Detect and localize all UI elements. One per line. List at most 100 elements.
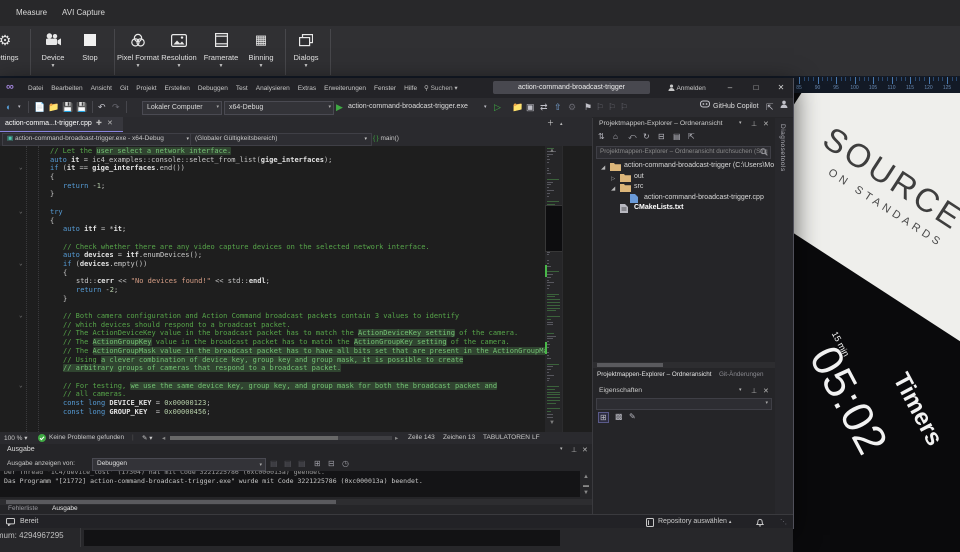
monitor-icon[interactable]: ▣ — [526, 100, 535, 115]
word-wrap-icon[interactable]: ⊞ — [314, 459, 321, 468]
code-line[interactable]: ⌄// For testing, we use the same device … — [0, 382, 545, 391]
window-title-search-box[interactable]: action-command-broadcast-trigger — [493, 81, 650, 94]
zoom-level-dropdown[interactable]: 100 % ▾ — [4, 434, 28, 442]
cursor-column-indicator[interactable]: Zeichen 13 — [443, 434, 475, 441]
scroll-down-icon[interactable]: ▼ — [583, 490, 589, 496]
close-button[interactable]: ✕ — [769, 78, 793, 98]
selected-property-row[interactable] — [84, 530, 560, 546]
refresh-icon[interactable]: ↻ — [643, 132, 650, 141]
open-folder-icon[interactable]: 📁 — [48, 100, 59, 115]
properties-object-dropdown[interactable]: ▾ — [596, 398, 772, 410]
property-pages-icon[interactable]: ✎ — [629, 412, 636, 421]
code-editor[interactable]: // Let the user select a network interfa… — [0, 146, 592, 432]
output-source-dropdown[interactable]: Debuggen▾ — [92, 458, 266, 471]
tab-fehlerliste[interactable]: Fehlerliste — [8, 505, 38, 512]
account-icon[interactable] — [780, 100, 788, 108]
code-line[interactable]: } — [0, 295, 545, 304]
code-line[interactable]: // Let the user select a network interfa… — [0, 147, 545, 156]
clear-output-icon[interactable]: ⊟ — [328, 459, 335, 468]
find-prev-icon[interactable]: ▤ — [298, 459, 306, 468]
swap-icon[interactable]: ⇄ — [540, 100, 548, 115]
code-line[interactable]: const long GROUP_KEY = 0x00000456; — [0, 408, 545, 417]
close-icon[interactable]: ✕ — [763, 120, 769, 128]
chevron-down-icon[interactable]: ▾ — [560, 446, 563, 452]
code-line[interactable] — [0, 303, 545, 312]
code-line[interactable]: ⌄if (it == gige_interfaces.end()) — [0, 164, 545, 173]
maximize-button[interactable]: □ — [744, 78, 768, 98]
share-icon[interactable]: ⇱ — [766, 100, 774, 115]
tab-diagnosetools[interactable]: Diagnosetools — [779, 124, 786, 172]
scrollbar-thumb[interactable]: ▬ — [583, 483, 589, 489]
menu-item[interactable]: Erweiterungen — [320, 85, 370, 92]
code-line[interactable]: std::cerr << "No devices found!" << std:… — [0, 277, 545, 286]
bookmark-next-icon[interactable]: ⚐ — [608, 100, 616, 115]
solution-explorer-search-input[interactable]: Projektmappen-Explorer – Ordneransicht d… — [596, 146, 771, 159]
menu-item[interactable]: Ansicht — [87, 85, 116, 92]
preview-selected-icon[interactable]: ⇱ — [688, 132, 695, 141]
menu-item[interactable]: Fenster — [370, 85, 400, 92]
properties-icon[interactable]: ▤ — [673, 132, 681, 141]
bookmark-clear-icon[interactable]: ⚐ — [620, 100, 628, 115]
fold-collapse-icon[interactable]: ⌄ — [19, 164, 23, 173]
close-icon[interactable]: ✕ — [763, 387, 769, 395]
menu-item[interactable]: Projekt — [132, 85, 160, 92]
settings-button[interactable]: ⚙ Settings — [0, 30, 26, 62]
code-line[interactable]: return -1; — [0, 182, 545, 191]
menu-item[interactable]: Git — [116, 85, 132, 92]
bell-icon[interactable] — [756, 518, 764, 527]
switch-views-icon[interactable]: ⇅ — [598, 132, 605, 141]
close-tab-icon[interactable]: ✕ — [107, 117, 113, 131]
tab-avi-capture[interactable]: AVI Capture — [62, 8, 105, 17]
new-tab-icon[interactable]: ＋ — [547, 117, 554, 131]
tree-item[interactable]: ◢action-command-broadcast-trigger (C:\Us… — [593, 161, 776, 172]
menu-item[interactable]: Extras — [294, 85, 320, 92]
code-line[interactable]: { — [0, 217, 545, 226]
minimize-button[interactable]: – — [718, 78, 742, 98]
code-line[interactable]: } — [0, 190, 545, 199]
folder-icon[interactable]: 📁 — [512, 100, 523, 115]
start-debug-icon[interactable]: ▶ — [336, 100, 343, 115]
menu-item[interactable]: Erstellen — [161, 85, 194, 92]
code-line[interactable] — [0, 199, 545, 208]
code-line[interactable]: return -2; — [0, 286, 545, 295]
binning-button[interactable]: ▦ Binning ▼ — [242, 30, 280, 68]
new-file-icon[interactable]: 📄 — [34, 100, 45, 115]
pin-icon[interactable]: ⊥ — [751, 120, 757, 128]
pin-icon[interactable]: ✚ — [96, 117, 102, 131]
chevron-down-icon[interactable]: ▾ — [484, 100, 487, 115]
edit-mode-icon[interactable]: ✎ ▾ — [142, 434, 153, 442]
pending-changes-icon[interactable]: ⤺ — [628, 132, 637, 142]
fold-collapse-icon[interactable]: ⌄ — [19, 208, 23, 217]
chevron-down-icon[interactable]: ▾ — [739, 387, 742, 393]
bookmark-prev-icon[interactable]: ⚐ — [596, 100, 604, 115]
find-next-icon[interactable]: ▤ — [284, 459, 292, 468]
undo-icon[interactable]: ↶ — [98, 100, 106, 115]
code-line[interactable] — [0, 425, 545, 432]
output-text-area[interactable]: Der Thread 'IC4/device_lost' (17304) hat… — [0, 471, 580, 497]
scroll-up-icon[interactable]: ▲ — [549, 148, 555, 154]
document-tab[interactable]: action-comma...t-trigger.cpp ✚ ✕ — [0, 117, 123, 132]
pixel-format-button[interactable]: Pixel Format ▼ — [114, 30, 162, 68]
menu-item[interactable]: Analysieren — [252, 85, 294, 92]
code-line[interactable]: // The ActionGroupKey value in the broad… — [0, 338, 545, 347]
code-line[interactable]: // The ActionDeviceKey value in the broa… — [0, 329, 545, 338]
tab-ordneransicht[interactable]: Projektmappen-Explorer – Ordneransicht — [597, 371, 711, 378]
code-line[interactable]: auto itf = *it; — [0, 225, 545, 234]
redo-icon[interactable]: ↷ — [112, 100, 120, 115]
tree-item[interactable]: ◢src — [593, 182, 776, 193]
configuration-dropdown[interactable]: x64-Debug▾ — [224, 101, 334, 115]
menu-item[interactable]: Hilfe — [400, 85, 421, 92]
fold-collapse-icon[interactable]: ⌄ — [19, 382, 23, 391]
feedback-icon[interactable] — [6, 518, 15, 526]
tab-git-aenderungen[interactable]: Git-Änderungen — [719, 371, 763, 378]
code-line[interactable]: { — [0, 269, 545, 278]
indentation-indicator[interactable]: TABULATOREN — [483, 434, 530, 441]
code-line[interactable]: // Check whether there are any video cap… — [0, 243, 545, 252]
framerate-button[interactable]: Framerate ▼ — [200, 30, 242, 68]
scroll-up-icon[interactable]: ▲ — [583, 474, 589, 480]
code-line[interactable] — [0, 416, 545, 425]
type-scope-dropdown[interactable]: (Globaler Gültigkeitsbereich) ▾ — [190, 133, 372, 146]
code-line[interactable]: auto devices = itf.enumDevices(); — [0, 251, 545, 260]
save-icon[interactable]: 💾 — [62, 100, 73, 115]
resize-grip[interactable]: ⋱ — [780, 518, 787, 526]
